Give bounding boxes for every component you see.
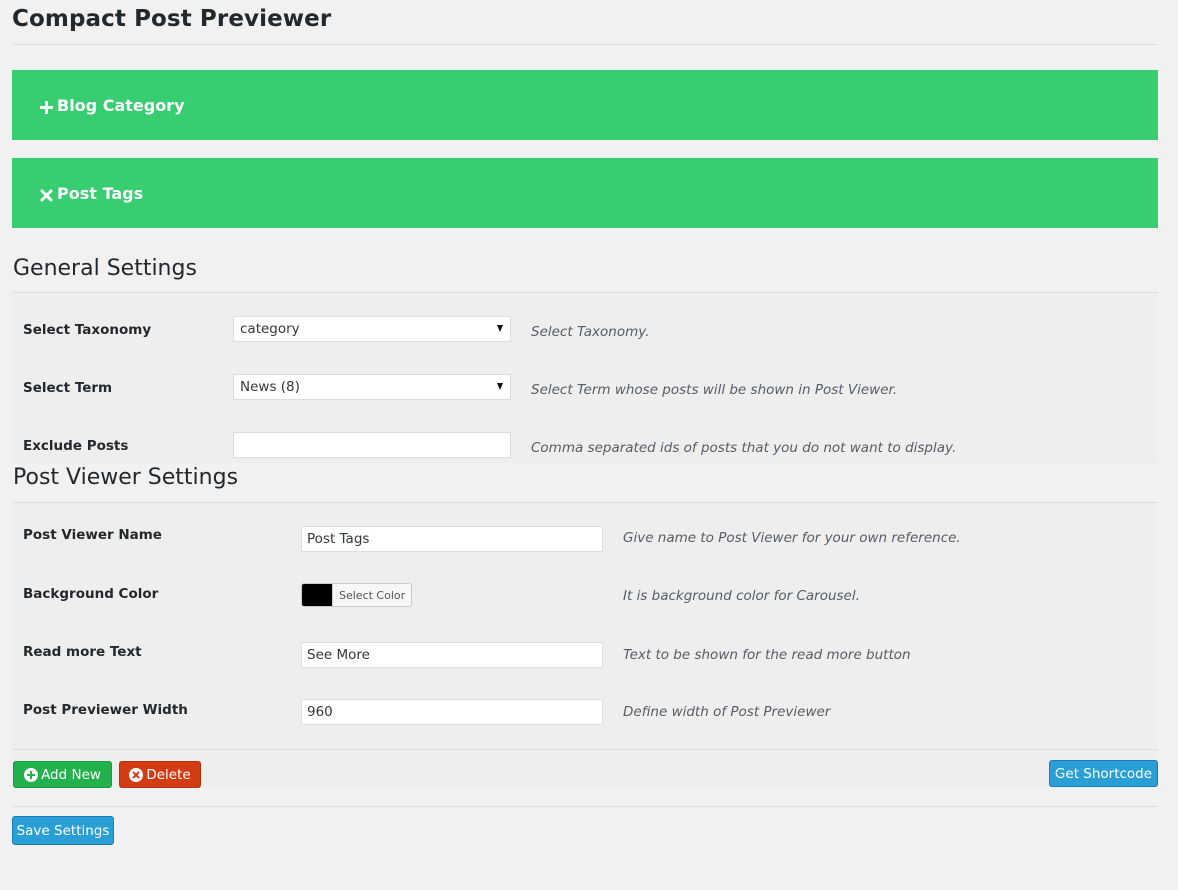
color-swatch bbox=[302, 584, 332, 606]
field-label: Select Term bbox=[23, 380, 113, 396]
select-value: category bbox=[240, 321, 300, 337]
term-select[interactable]: News (8) bbox=[233, 374, 511, 400]
plus-circle-icon bbox=[24, 767, 39, 782]
field-description: Comma separated ids of posts that you do… bbox=[531, 440, 957, 456]
delete-button[interactable]: Delete bbox=[119, 761, 201, 788]
post-viewer-settings-panel: Post Viewer Name Give name to Post Viewe… bbox=[12, 503, 1158, 749]
get-shortcode-button[interactable]: Get Shortcode bbox=[1049, 760, 1158, 787]
close-icon bbox=[40, 187, 53, 201]
title-divider bbox=[12, 44, 1158, 45]
button-label: Add New bbox=[41, 766, 101, 783]
row-post-viewer-name: Post Viewer Name Give name to Post Viewe… bbox=[12, 507, 1158, 565]
field-label: Select Taxonomy bbox=[23, 322, 152, 338]
save-settings-button[interactable]: Save Settings bbox=[12, 816, 114, 845]
field-description: Define width of Post Previewer bbox=[623, 704, 831, 720]
field-label: Read more Text bbox=[23, 644, 142, 660]
background-color-picker[interactable]: Select Color bbox=[301, 583, 413, 607]
row-exclude-posts: Exclude Posts Comma separated ids of pos… bbox=[12, 417, 1158, 463]
section-title-general: General Settings bbox=[12, 254, 1158, 284]
post-viewer-name-input[interactable] bbox=[301, 526, 603, 552]
exclude-posts-input[interactable] bbox=[233, 432, 511, 458]
section-title-viewer: Post Viewer Settings bbox=[12, 463, 1158, 493]
row-background-color: Background Color Select Color It is back… bbox=[12, 565, 1158, 623]
general-settings-panel: Select Taxonomy category Select Taxonomy… bbox=[12, 293, 1158, 463]
row-read-more-text: Read more Text Text to be shown for the … bbox=[12, 623, 1158, 681]
accordion-label: Post Tags bbox=[57, 183, 144, 203]
field-description: Give name to Post Viewer for your own re… bbox=[623, 530, 961, 546]
field-label: Post Viewer Name bbox=[23, 527, 162, 543]
save-bar: Save Settings bbox=[12, 816, 1158, 856]
field-description: Select Term whose posts will be shown in… bbox=[531, 382, 898, 398]
read-more-text-input[interactable] bbox=[301, 642, 603, 668]
accordion-blog-category[interactable]: Blog Category bbox=[12, 70, 1158, 140]
close-circle-icon bbox=[129, 767, 144, 782]
field-description: Select Taxonomy. bbox=[531, 324, 650, 340]
row-post-previewer-width: Post Previewer Width Define width of Pos… bbox=[12, 681, 1158, 739]
taxonomy-select[interactable]: category bbox=[233, 316, 511, 342]
field-label: Background Color bbox=[23, 586, 159, 602]
general-settings-section: General Settings Select Taxonomy categor… bbox=[12, 254, 1158, 463]
row-select-term: Select Term News (8) Select Term whose p… bbox=[12, 359, 1158, 417]
footer-divider bbox=[12, 806, 1158, 807]
page-title: Compact Post Previewer bbox=[12, 6, 332, 32]
field-label: Exclude Posts bbox=[23, 438, 129, 454]
add-new-button[interactable]: Add New bbox=[13, 761, 112, 788]
plus-icon bbox=[40, 99, 53, 114]
field-description: Text to be shown for the read more butto… bbox=[623, 647, 911, 663]
accordion-post-tags[interactable]: Post Tags bbox=[12, 158, 1158, 228]
post-previewer-width-input[interactable] bbox=[301, 699, 603, 725]
post-viewer-settings-section: Post Viewer Settings Post Viewer Name Gi… bbox=[12, 463, 1158, 788]
select-color-label: Select Color bbox=[332, 584, 411, 606]
chevron-down-icon bbox=[497, 325, 503, 332]
settings-page: Compact Post Previewer Blog Category Pos… bbox=[12, 0, 1158, 856]
row-select-taxonomy: Select Taxonomy category Select Taxonomy… bbox=[12, 301, 1158, 359]
field-label: Post Previewer Width bbox=[23, 702, 188, 718]
field-description: It is background color for Carousel. bbox=[623, 588, 860, 604]
chevron-down-icon bbox=[497, 383, 503, 390]
select-value: News (8) bbox=[240, 379, 300, 395]
button-label: Delete bbox=[146, 766, 191, 783]
accordion-label: Blog Category bbox=[57, 95, 185, 115]
action-bar: Add New Delete Get Shortcode bbox=[12, 749, 1158, 788]
